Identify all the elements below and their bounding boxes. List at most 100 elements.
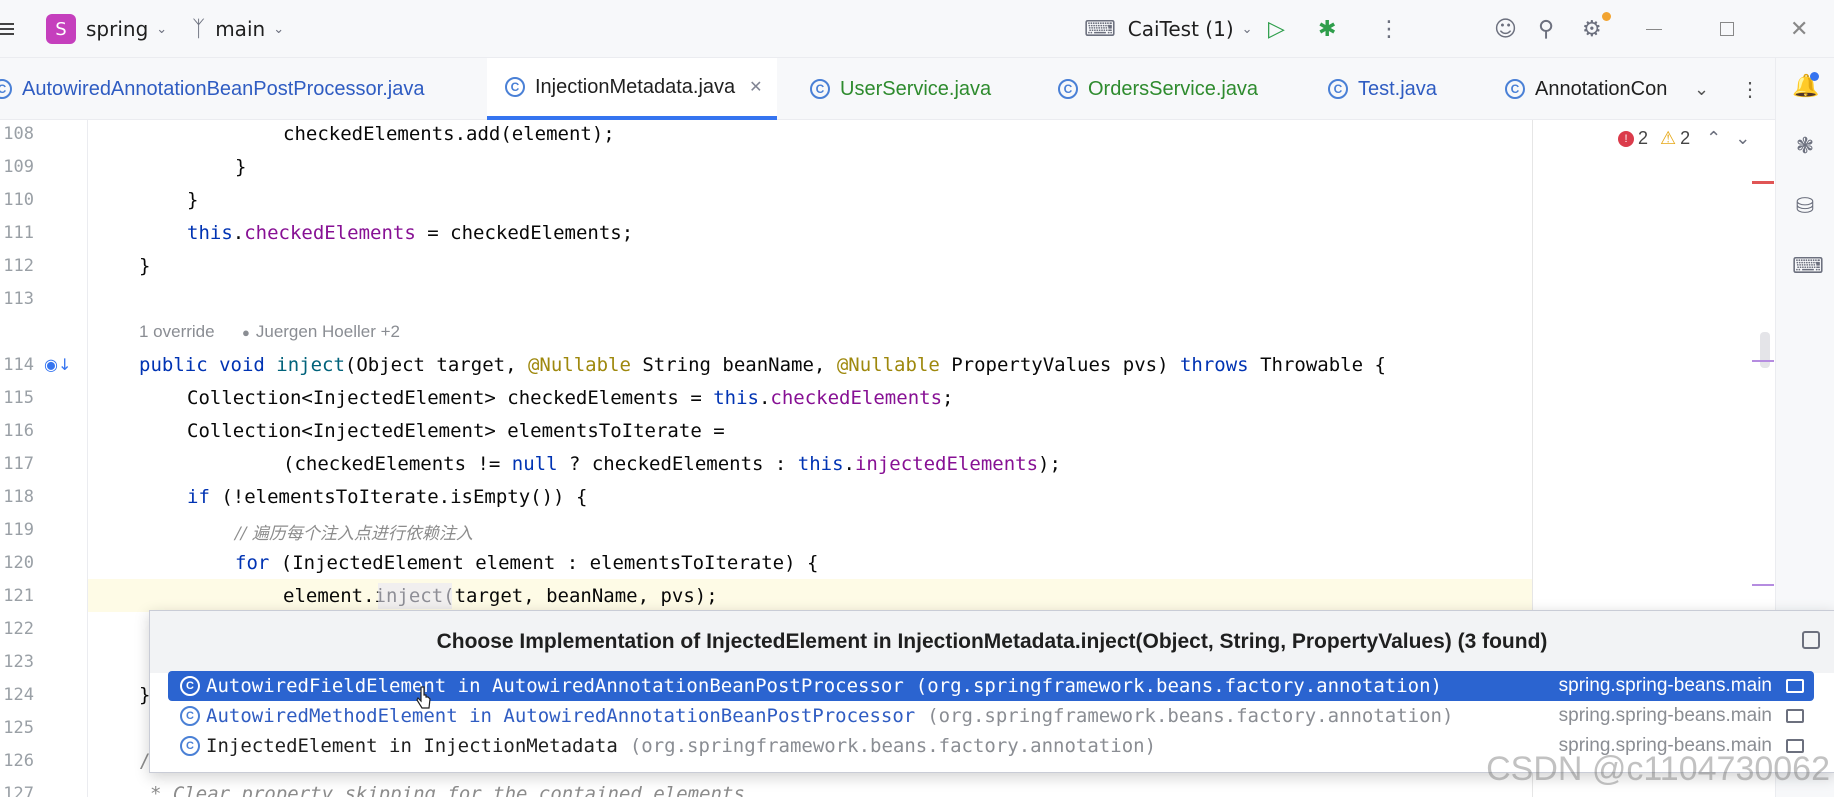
project-badge: S — [46, 14, 76, 44]
code-token: PropertyValues pvs) — [939, 354, 1180, 376]
tab-user-service[interactable]: C UserService.java — [810, 58, 991, 120]
code-token: null — [511, 453, 558, 475]
code-token: ? checkedElements : — [557, 453, 798, 475]
tab-label: InjectionMetadata.java — [535, 75, 736, 98]
run-config-selector[interactable]: ⌨ CaiTest (1) ⌄ — [1084, 0, 1253, 58]
override-hint[interactable]: 1 override — [139, 322, 215, 342]
usage-stripe-marker[interactable] — [1752, 360, 1774, 362]
code-line-109: } — [235, 156, 247, 178]
tab-test[interactable]: C Test.java — [1328, 58, 1437, 120]
run-config-name: CaiTest (1) — [1127, 17, 1234, 41]
code-line-117: (checkedElements != null ? checkedElemen… — [283, 453, 1061, 475]
line-number: 111 — [3, 223, 34, 243]
tab-autowired-annotation-bpp[interactable]: C AutowiredAnnotationBeanPostProcessor.j… — [0, 58, 424, 120]
module-folder-icon — [1786, 709, 1804, 723]
project-name: spring — [86, 17, 149, 41]
code-line-111: this.checkedElements = checkedElements; — [187, 222, 633, 244]
settings-button[interactable]: ⚙ — [1582, 0, 1611, 58]
implemented-gutter-icon[interactable]: ◉↓ — [44, 355, 71, 374]
tab-orders-service[interactable]: C OrdersService.java — [1058, 58, 1258, 120]
usage-stripe-marker[interactable] — [1752, 584, 1774, 586]
code-token: ); — [1038, 453, 1061, 475]
minimize-button[interactable] — [1646, 0, 1662, 58]
tab-list-button[interactable]: ⌄ — [1694, 58, 1709, 120]
tab-label: AutowiredAnnotationBeanPostProcessor.jav… — [22, 77, 425, 100]
implementation-name: AutowiredFieldElement in AutowiredAnnota… — [206, 675, 904, 697]
debug-bug-icon: ✱ — [1318, 16, 1337, 42]
code-with-me-button[interactable]: ☺ — [1494, 0, 1517, 58]
more-actions-button[interactable]: ⋮ — [1378, 0, 1400, 58]
database-icon[interactable]: ⛁ — [1792, 194, 1818, 220]
code-token: ; — [942, 387, 954, 409]
tab-more-button[interactable]: ⋮ — [1740, 58, 1760, 120]
minimize-icon — [1646, 28, 1662, 30]
error-icon: ! — [1618, 130, 1634, 147]
author-hint[interactable]: ● Juergen Hoeller +2 — [242, 322, 400, 342]
chevron-down-icon: ⌄ — [1694, 78, 1710, 99]
restore-button[interactable] — [1720, 0, 1734, 58]
branch-switcher[interactable]: ᛉ main ⌄ — [192, 0, 284, 58]
project-switcher[interactable]: S spring ⌄ — [46, 0, 167, 58]
hamburger-icon — [0, 20, 18, 38]
code-line-114: public void inject(Object target, @Nulla… — [139, 354, 1386, 376]
code-line-119-comment: // 遍历每个注入点进行依赖注入 — [235, 524, 473, 544]
open-in-find-tool-icon[interactable] — [1802, 631, 1820, 649]
code-line-108: checkedElements.add(element); — [283, 123, 615, 145]
code-token: (!elementsToIterate.isEmpty()) { — [209, 486, 588, 508]
code-token: (Object target, — [344, 354, 528, 376]
popup-title: Choose Implementation of InjectedElement… — [436, 630, 1548, 653]
add-user-icon: ☺ — [1494, 16, 1517, 42]
choose-implementation-popup: Choose Implementation of InjectedElement… — [149, 610, 1834, 773]
more-vertical-icon: ⋮ — [1740, 78, 1760, 101]
code-token: (InjectedElement element : elementsToIte… — [269, 552, 819, 574]
line-number: 118 — [3, 487, 34, 507]
gradle-icon[interactable]: ⌨ — [1792, 254, 1824, 280]
debug-button[interactable]: ✱ — [1318, 0, 1336, 58]
code-token: (checkedElements != — [283, 453, 512, 475]
code-token: this — [713, 387, 759, 409]
tab-injection-metadata[interactable]: C InjectionMetadata.java ✕ — [487, 58, 777, 120]
line-number: 115 — [3, 388, 34, 408]
chevron-down-icon: ⌄ — [1241, 21, 1253, 37]
code-token: . — [232, 222, 245, 244]
title-bar: S spring ⌄ ᛉ main ⌄ ⌨ CaiTest (1) ⌄ ▷ ✱ … — [0, 0, 1834, 58]
class-icon: C — [180, 736, 200, 756]
code-line-120: for (InjectedElement element : elementsT… — [235, 552, 818, 574]
line-number: 119 — [3, 520, 34, 540]
class-icon: C — [180, 676, 200, 696]
tab-annotation-con[interactable]: C AnnotationCon — [1505, 58, 1675, 120]
code-line-112: } — [139, 255, 151, 277]
code-line-110: } — [187, 189, 199, 211]
code-token: Throwable { — [1248, 354, 1386, 376]
implementation-item[interactable]: C AutowiredFieldElement in AutowiredAnno… — [168, 671, 1814, 701]
close-window-button[interactable]: ✕ — [1790, 0, 1808, 58]
class-icon: C — [505, 77, 525, 97]
class-icon: C — [1058, 79, 1078, 99]
run-config-icon: ⌨ — [1084, 16, 1116, 42]
ai-assistant-icon[interactable]: ❃ — [1792, 134, 1818, 160]
search-everywhere-button[interactable]: ⚲ — [1538, 0, 1554, 58]
scroll-thumb[interactable] — [1760, 332, 1770, 368]
implementation-module: spring.spring-beans.main — [1558, 705, 1772, 726]
tab-label: OrdersService.java — [1088, 77, 1259, 100]
branch-name: main — [215, 17, 266, 41]
implementation-item[interactable]: C AutowiredMethodElement in AutowiredAnn… — [168, 701, 1814, 731]
chevron-up-icon[interactable]: ⌃ — [1706, 128, 1721, 149]
class-icon: C — [180, 706, 200, 726]
main-menu-button[interactable] — [0, 0, 18, 58]
code-token: @Nullable — [836, 354, 940, 376]
restore-icon — [1720, 22, 1734, 36]
line-number: 112 — [3, 256, 34, 276]
popup-header: Choose Implementation of InjectedElement… — [150, 611, 1834, 673]
code-token: for — [235, 552, 270, 574]
class-icon: C — [1328, 79, 1348, 99]
code-token: this — [187, 222, 233, 244]
chevron-down-icon[interactable]: ⌄ — [1735, 128, 1750, 149]
code-line-127-comment: * Clear property skipping for the contai… — [150, 783, 757, 797]
run-button[interactable]: ▷ — [1268, 0, 1285, 58]
close-tab-icon[interactable]: ✕ — [749, 77, 762, 97]
implementation-name: InjectedElement in InjectionMetadata — [206, 735, 618, 757]
implementation-name: AutowiredMethodElement in AutowiredAnnot… — [206, 705, 916, 727]
error-stripe-marker[interactable] — [1752, 181, 1774, 184]
inspection-widget[interactable]: ! 2 ⚠ 2 ⌃ ⌄ — [1618, 128, 1750, 149]
